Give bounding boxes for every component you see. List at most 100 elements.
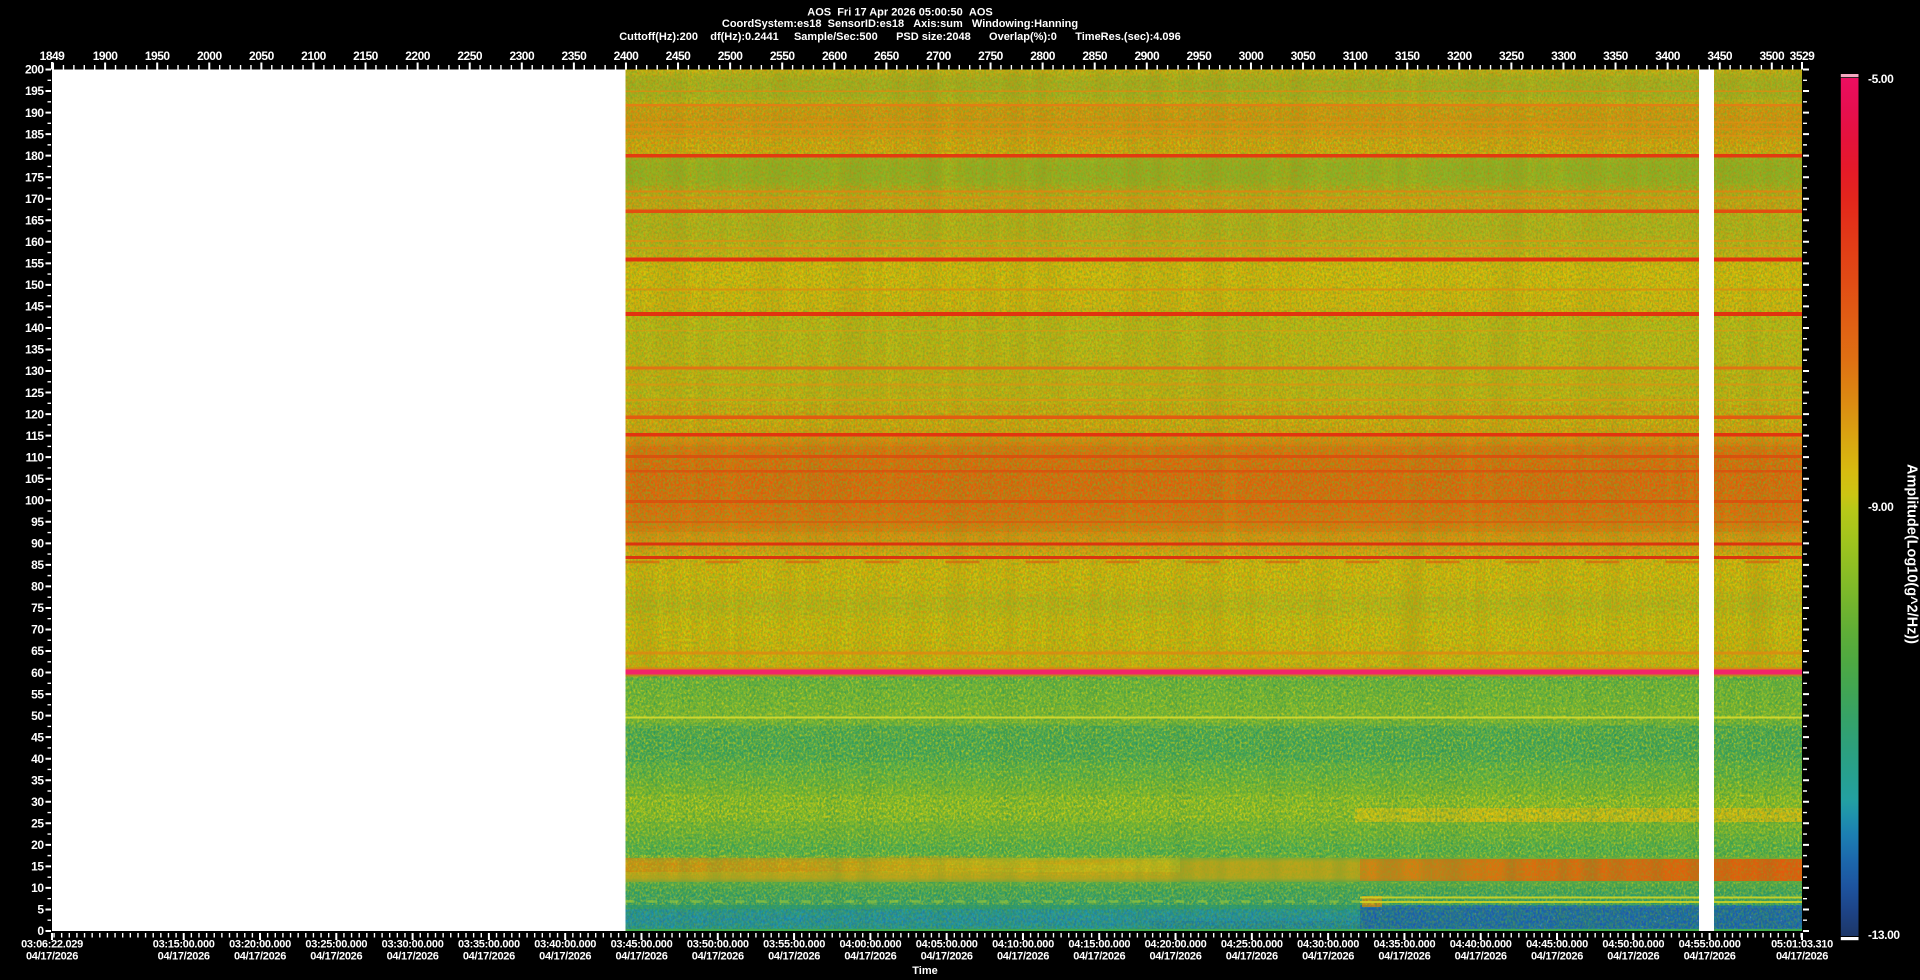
svg-text:20: 20 — [31, 838, 44, 852]
svg-text:04/17/2026: 04/17/2026 — [1226, 951, 1278, 963]
svg-text:04/17/2026: 04/17/2026 — [234, 951, 286, 963]
svg-text:65: 65 — [31, 644, 44, 658]
svg-text:105: 105 — [25, 472, 44, 486]
svg-text:2000: 2000 — [197, 49, 223, 63]
svg-text:04:05:00.000: 04:05:00.000 — [916, 939, 978, 951]
svg-text:2850: 2850 — [1082, 49, 1108, 63]
svg-text:04:15:00.000: 04:15:00.000 — [1068, 939, 1130, 951]
svg-text:04:40:00.000: 04:40:00.000 — [1450, 939, 1512, 951]
svg-text:2600: 2600 — [822, 49, 848, 63]
svg-text:04:45:00.000: 04:45:00.000 — [1526, 939, 1588, 951]
svg-text:04/17/2026: 04/17/2026 — [844, 951, 896, 963]
svg-text:04/17/2026: 04/17/2026 — [1378, 951, 1430, 963]
svg-text:3050: 3050 — [1291, 49, 1317, 63]
svg-text:Cuttoff(Hz):200 df(Hz):0.24: Cuttoff(Hz):200 df(Hz):0.2441 Sample/Sec… — [619, 31, 1181, 43]
svg-text:1900: 1900 — [93, 49, 119, 63]
svg-text:04/17/2026: 04/17/2026 — [310, 951, 362, 963]
svg-text:155: 155 — [25, 257, 44, 271]
svg-text:2350: 2350 — [562, 49, 588, 63]
svg-text:170: 170 — [25, 192, 44, 206]
svg-text:-5.00: -5.00 — [1868, 72, 1894, 86]
svg-text:85: 85 — [31, 558, 44, 572]
svg-text:165: 165 — [25, 214, 44, 228]
svg-text:03:35:00.000: 03:35:00.000 — [458, 939, 520, 951]
svg-text:04:25:00.000: 04:25:00.000 — [1221, 939, 1283, 951]
svg-text:2650: 2650 — [874, 49, 900, 63]
svg-text:90: 90 — [31, 537, 44, 551]
svg-text:2550: 2550 — [770, 49, 796, 63]
svg-text:3100: 3100 — [1343, 49, 1369, 63]
svg-text:2250: 2250 — [457, 49, 483, 63]
svg-text:60: 60 — [31, 666, 44, 680]
svg-text:04/17/2026: 04/17/2026 — [1073, 951, 1125, 963]
svg-text:03:20:00.000: 03:20:00.000 — [229, 939, 291, 951]
svg-text:45: 45 — [31, 730, 44, 744]
svg-text:2400: 2400 — [614, 49, 640, 63]
svg-text:04/17/2026: 04/17/2026 — [1455, 951, 1507, 963]
svg-text:180: 180 — [25, 149, 44, 163]
svg-text:35: 35 — [31, 773, 44, 787]
svg-text:04/17/2026: 04/17/2026 — [539, 951, 591, 963]
svg-text:1950: 1950 — [145, 49, 171, 63]
svg-text:15: 15 — [31, 860, 44, 874]
svg-text:140: 140 — [25, 321, 44, 335]
svg-text:04/17/2026: 04/17/2026 — [768, 951, 820, 963]
svg-text:185: 185 — [25, 127, 44, 141]
svg-text:130: 130 — [25, 364, 44, 378]
svg-text:135: 135 — [25, 343, 44, 357]
svg-text:115: 115 — [26, 429, 45, 443]
svg-text:04/17/2026: 04/17/2026 — [921, 951, 973, 963]
svg-text:2300: 2300 — [509, 49, 535, 63]
svg-text:03:45:00.000: 03:45:00.000 — [611, 939, 673, 951]
svg-text:95: 95 — [31, 515, 44, 529]
svg-text:110: 110 — [26, 450, 45, 464]
svg-text:04/17/2026: 04/17/2026 — [26, 951, 78, 963]
svg-text:3500: 3500 — [1759, 49, 1785, 63]
svg-text:70: 70 — [31, 623, 44, 637]
svg-text:04:35:00.000: 04:35:00.000 — [1373, 939, 1435, 951]
svg-text:2900: 2900 — [1134, 49, 1160, 63]
svg-text:-9.00: -9.00 — [1868, 500, 1894, 514]
svg-text:3300: 3300 — [1551, 49, 1577, 63]
svg-text:04/17/2026: 04/17/2026 — [692, 951, 744, 963]
svg-text:04:50:00.000: 04:50:00.000 — [1602, 939, 1664, 951]
svg-text:3000: 3000 — [1239, 49, 1265, 63]
svg-text:04:10:00.000: 04:10:00.000 — [992, 939, 1054, 951]
svg-text:04:55:00.000: 04:55:00.000 — [1679, 939, 1741, 951]
svg-text:25: 25 — [31, 817, 44, 831]
svg-text:Time: Time — [912, 965, 937, 977]
svg-text:40: 40 — [31, 752, 44, 766]
svg-text:2500: 2500 — [718, 49, 744, 63]
svg-text:Amplitude(Log10(g^2/Hz)): Amplitude(Log10(g^2/Hz)) — [1904, 464, 1920, 644]
svg-text:1849: 1849 — [40, 49, 66, 63]
svg-text:175: 175 — [25, 170, 44, 184]
svg-text:04:20:00.000: 04:20:00.000 — [1145, 939, 1207, 951]
svg-text:03:25:00.000: 03:25:00.000 — [305, 939, 367, 951]
svg-text:150: 150 — [25, 278, 44, 292]
svg-text:2750: 2750 — [978, 49, 1004, 63]
svg-text:04/17/2026: 04/17/2026 — [1149, 951, 1201, 963]
svg-text:160: 160 — [25, 235, 44, 249]
svg-text:3350: 3350 — [1603, 49, 1629, 63]
svg-text:04/17/2026: 04/17/2026 — [1684, 951, 1736, 963]
svg-text:03:15:00.000: 03:15:00.000 — [153, 939, 215, 951]
svg-text:3400: 3400 — [1655, 49, 1681, 63]
svg-text:10: 10 — [31, 881, 44, 895]
svg-text:120: 120 — [25, 407, 44, 421]
svg-text:04/17/2026: 04/17/2026 — [1531, 951, 1583, 963]
svg-text:-13.00: -13.00 — [1868, 928, 1900, 942]
svg-text:3529: 3529 — [1790, 49, 1816, 63]
svg-text:CoordSystem:es18 SensorID:es1: CoordSystem:es18 SensorID:es18 Axis:sum … — [722, 18, 1078, 30]
svg-text:2050: 2050 — [249, 49, 275, 63]
svg-text:2200: 2200 — [405, 49, 431, 63]
svg-text:03:30:00.000: 03:30:00.000 — [382, 939, 444, 951]
svg-text:100: 100 — [25, 493, 44, 507]
svg-text:0: 0 — [37, 924, 44, 938]
svg-text:30: 30 — [31, 795, 44, 809]
svg-text:04/17/2026: 04/17/2026 — [158, 951, 210, 963]
svg-text:04:00:00.000: 04:00:00.000 — [839, 939, 901, 951]
svg-text:50: 50 — [31, 709, 44, 723]
svg-text:03:50:00.000: 03:50:00.000 — [687, 939, 749, 951]
svg-text:80: 80 — [31, 580, 44, 594]
svg-text:2150: 2150 — [353, 49, 379, 63]
